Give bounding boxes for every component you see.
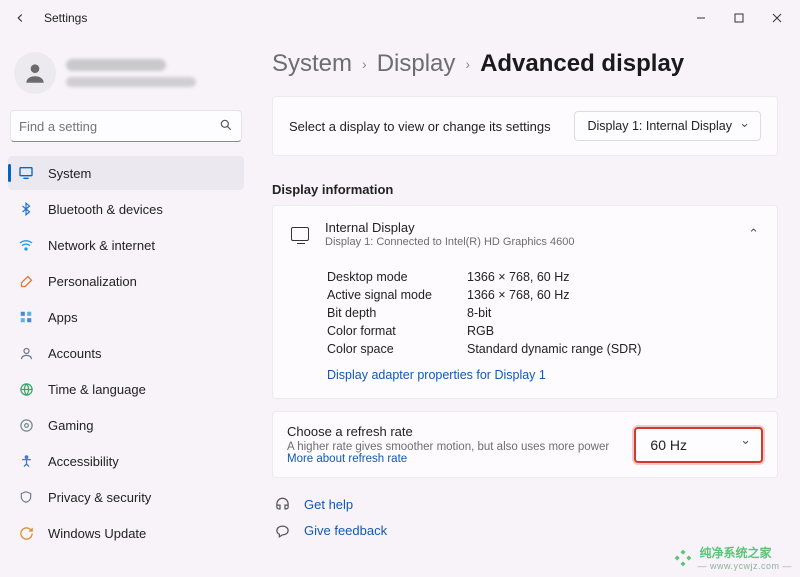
sidebar: System Bluetooth & devices Network & int…	[0, 36, 248, 577]
sidebar-item-time-language[interactable]: Time & language	[8, 372, 244, 406]
page-title: Advanced display	[480, 50, 684, 78]
display-info-header[interactable]: Internal Display Display 1: Connected to…	[273, 206, 777, 262]
sidebar-item-label: System	[48, 166, 91, 181]
refresh-rate-card: Choose a refresh rate A higher rate give…	[272, 411, 778, 478]
maximize-button[interactable]	[720, 2, 758, 34]
feedback-icon	[274, 522, 290, 538]
shield-icon	[18, 489, 34, 505]
refresh-rate-title: Choose a refresh rate	[287, 424, 622, 439]
info-row: Desktop mode1366 × 768, 60 Hz	[327, 270, 759, 284]
apps-icon	[18, 309, 34, 325]
sidebar-item-label: Apps	[48, 310, 78, 325]
system-icon	[18, 165, 34, 181]
breadcrumb-system[interactable]: System	[272, 50, 352, 78]
sidebar-item-label: Windows Update	[48, 526, 146, 541]
sidebar-item-system[interactable]: System	[8, 156, 244, 190]
more-about-refresh-link[interactable]: More about refresh rate	[287, 453, 407, 465]
brush-icon	[18, 273, 34, 289]
sidebar-item-apps[interactable]: Apps	[8, 300, 244, 334]
avatar	[14, 52, 56, 94]
watermark: 纯净系统之家 — www.ycwjz.com —	[673, 544, 792, 571]
sidebar-item-accounts[interactable]: Accounts	[8, 336, 244, 370]
profile-block[interactable]	[8, 44, 244, 108]
chevron-right-icon: ›	[362, 56, 367, 72]
chevron-up-icon: ⌃	[748, 226, 759, 242]
sidebar-item-label: Privacy & security	[48, 490, 151, 505]
sidebar-item-label: Accessibility	[48, 454, 119, 469]
update-icon	[18, 525, 34, 541]
help-icon	[274, 496, 290, 512]
select-display-label: Select a display to view or change its s…	[289, 119, 551, 134]
sidebar-item-gaming[interactable]: Gaming	[8, 408, 244, 442]
display-name: Internal Display	[325, 220, 732, 235]
sidebar-item-windows-update[interactable]: Windows Update	[8, 516, 244, 550]
sidebar-item-label: Gaming	[48, 418, 94, 433]
back-button[interactable]	[4, 2, 36, 34]
sidebar-item-label: Network & internet	[48, 238, 155, 253]
display-subtitle: Display 1: Connected to Intel(R) HD Grap…	[325, 236, 732, 248]
search-box[interactable]	[10, 110, 242, 142]
sidebar-item-label: Bluetooth & devices	[48, 202, 163, 217]
info-row: Color spaceStandard dynamic range (SDR)	[327, 342, 759, 356]
accounts-icon	[18, 345, 34, 361]
sidebar-item-bluetooth[interactable]: Bluetooth & devices	[8, 192, 244, 226]
monitor-icon	[291, 227, 309, 241]
adapter-properties-link[interactable]: Display adapter properties for Display 1	[327, 368, 546, 382]
sidebar-item-label: Personalization	[48, 274, 137, 289]
window-title: Settings	[44, 11, 87, 25]
accessibility-icon	[18, 453, 34, 469]
gaming-icon	[18, 417, 34, 433]
give-feedback-link[interactable]: Give feedback	[274, 522, 776, 538]
bluetooth-icon	[18, 201, 34, 217]
chevron-right-icon: ›	[465, 56, 470, 72]
minimize-button[interactable]	[682, 2, 720, 34]
refresh-rate-desc: A higher rate gives smoother motion, but…	[287, 441, 622, 465]
sidebar-item-label: Time & language	[48, 382, 146, 397]
breadcrumb-display[interactable]: Display	[377, 50, 456, 78]
search-icon	[219, 118, 233, 135]
select-display-card: Select a display to view or change its s…	[272, 96, 778, 156]
get-help-link[interactable]: Get help	[274, 496, 776, 512]
main-content: System › Display › Advanced display Sele…	[248, 36, 800, 577]
info-row: Color formatRGB	[327, 324, 759, 338]
wifi-icon	[18, 237, 34, 253]
breadcrumb: System › Display › Advanced display	[272, 50, 778, 78]
select-display-dropdown[interactable]: Display 1: Internal Display	[574, 111, 761, 141]
info-row: Bit depth8-bit	[327, 306, 759, 320]
refresh-rate-dropdown[interactable]: 60 Hz	[634, 427, 763, 463]
search-input[interactable]	[19, 119, 219, 134]
display-info-card: Internal Display Display 1: Connected to…	[272, 205, 778, 399]
language-icon	[18, 381, 34, 397]
profile-email-redacted	[66, 77, 196, 87]
sidebar-item-personalization[interactable]: Personalization	[8, 264, 244, 298]
section-title-display-info: Display information	[272, 182, 778, 197]
close-button[interactable]	[758, 2, 796, 34]
info-row: Active signal mode1366 × 768, 60 Hz	[327, 288, 759, 302]
sidebar-item-accessibility[interactable]: Accessibility	[8, 444, 244, 478]
profile-name-redacted	[66, 59, 166, 71]
sidebar-item-label: Accounts	[48, 346, 101, 361]
sidebar-item-privacy[interactable]: Privacy & security	[8, 480, 244, 514]
sidebar-item-network[interactable]: Network & internet	[8, 228, 244, 262]
